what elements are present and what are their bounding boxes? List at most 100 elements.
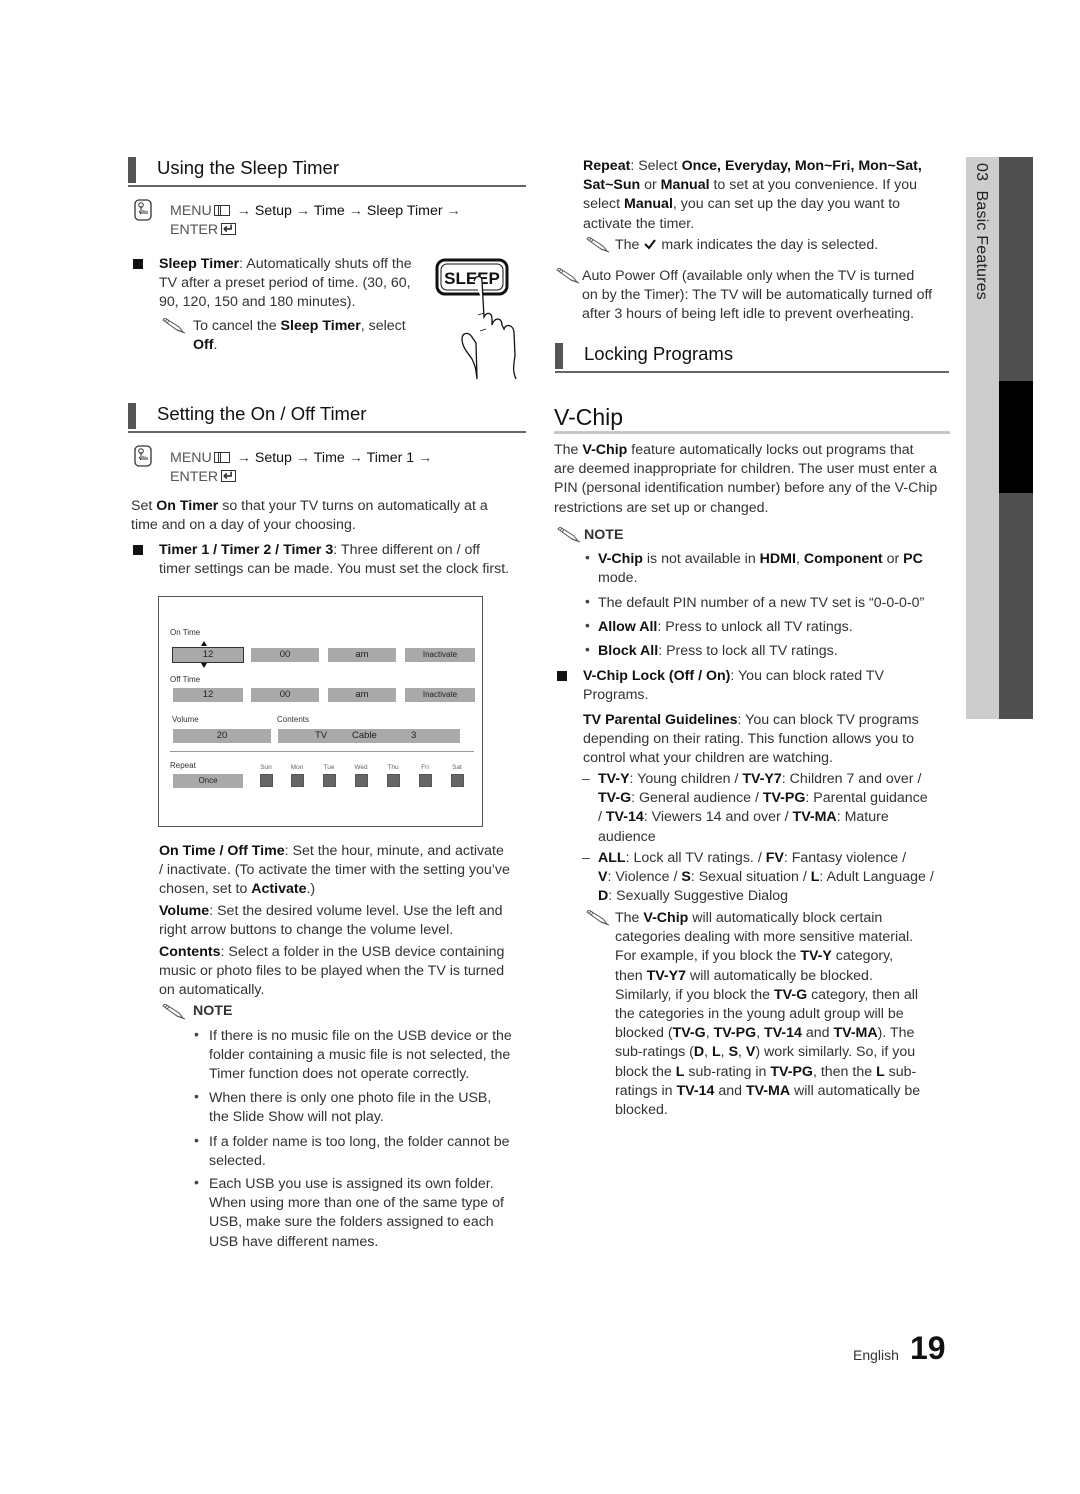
day-checkbox-mon[interactable] <box>291 774 304 787</box>
off-time-activate-field[interactable]: Inactivate <box>405 688 475 702</box>
figure-divider <box>170 751 474 752</box>
sleep-timer-description: Sleep Timer: Automatically shuts off the… <box>159 255 429 313</box>
text: If a folder name is too long, the folder… <box>209 1134 510 1150</box>
on-time-ampm-field[interactable]: am <box>328 648 396 662</box>
subrating-code: ALL <box>598 850 626 866</box>
arrow: → <box>236 450 251 466</box>
menu-step: Time <box>313 203 345 219</box>
text: on automatically. <box>159 982 265 999</box>
term: Timer 1 / Timer 2 / Timer 3 <box>159 542 334 558</box>
term: TV-14 <box>764 1025 802 1042</box>
text: folder containing a music file is not se… <box>209 1047 511 1064</box>
menu-icon <box>213 452 230 463</box>
bullet-dot: • <box>194 1026 199 1042</box>
text: time and on a day of your choosing. <box>131 517 356 534</box>
contents-channel: 3 <box>411 730 417 741</box>
text: Timer function does not operate correctl… <box>209 1066 470 1083</box>
on-time-activate-field[interactable]: Inactivate <box>405 648 475 662</box>
day-checkbox-tue[interactable] <box>323 774 336 787</box>
contents-field[interactable]: TV Cable 3 <box>278 729 460 743</box>
off-time-label: Off Time <box>170 675 201 684</box>
text: : Press to unlock all TV ratings. <box>657 619 853 635</box>
term: Off <box>193 337 214 354</box>
text: 90, 120, 150 and 180 minutes). <box>159 294 356 311</box>
text: or <box>640 177 661 194</box>
term: TV Parental Guidelines <box>583 712 738 728</box>
term: Repeat <box>583 158 631 174</box>
off-time-hour-field[interactable]: 12 <box>173 688 243 702</box>
usb-note-item: Each USB you use is assigned its own fol… <box>209 1175 539 1252</box>
ratings-list: TV-Y: Young children / TV-Y7: Children 7… <box>598 771 928 845</box>
menu-icon <box>213 205 230 216</box>
volume-field[interactable]: 20 <box>173 729 271 743</box>
text: categories dealing with more sensitive m… <box>615 929 914 946</box>
text: The V-Chip will automatically block cert… <box>615 910 883 926</box>
text: : You can block TV programs <box>737 712 919 728</box>
subratings-list: ALL: Lock all TV ratings. / FV: Fantasy … <box>598 850 934 905</box>
day-checkbox-wed[interactable] <box>355 774 368 787</box>
subrating-desc: : Lock all TV ratings. <box>625 850 754 866</box>
text: or <box>882 551 904 567</box>
term: PC <box>903 551 923 567</box>
subrating-desc: : Violence <box>607 869 670 886</box>
timer-1-2-3-description: Timer 1 / Timer 2 / Timer 3: Three diffe… <box>159 541 539 579</box>
repeat-label: Repeat <box>170 761 196 770</box>
text: TV after a preset period of time. (30, 6… <box>159 275 411 292</box>
day-checkbox-fri[interactable] <box>419 774 432 787</box>
text: to set at you convenience. If you <box>709 177 917 194</box>
heading-bar <box>128 403 136 429</box>
note-pencil-icon <box>162 318 186 334</box>
term: On Timer <box>156 498 219 514</box>
enter-label: ENTER <box>170 222 219 238</box>
sleep-timer-note: To cancel the Sleep Timer, select Off. <box>193 317 433 355</box>
note-label: NOTE <box>584 527 624 543</box>
text: blocked. <box>615 1102 668 1119</box>
text: Auto Power Off (available only when the … <box>582 268 915 284</box>
subrating-desc: : Sexually Suggestive Dialog <box>608 888 789 905</box>
bullet-square <box>133 259 143 269</box>
text: : Press to lock all TV ratings. <box>658 643 838 659</box>
text: the Slide Show will not play. <box>209 1109 384 1126</box>
text: USB have different names. <box>209 1233 379 1250</box>
day-label-wed: Wed <box>354 764 368 771</box>
term: L <box>675 1063 685 1080</box>
on-time-minute-field[interactable]: 00 <box>251 648 319 662</box>
down-arrow-icon <box>201 663 207 668</box>
term: On Time / Off Time <box>159 843 285 859</box>
text: , <box>795 551 804 567</box>
term: V-Chip Lock (Off / On) <box>583 668 731 684</box>
text: .) <box>306 881 316 898</box>
term: TV-MA <box>745 1082 791 1099</box>
term: V <box>745 1044 756 1061</box>
rating-code: TV-G <box>598 790 632 807</box>
rating-desc: : General audience <box>631 790 751 807</box>
on-off-time-description: On Time / Off Time: Set the hour, minute… <box>159 842 539 900</box>
up-arrow-icon <box>201 641 207 646</box>
day-checkbox-thu[interactable] <box>387 774 400 787</box>
volume-description: Volume: Set the desired volume level. Us… <box>159 902 539 940</box>
section-heading-locking-programs: Locking Programs <box>555 341 949 373</box>
day-checkbox-sat[interactable] <box>451 774 464 787</box>
on-time-hour-field[interactable]: 12 <box>172 647 244 663</box>
day-label-tue: Tue <box>323 764 335 771</box>
term: TV-G <box>774 986 808 1003</box>
v-chip-intro: The V-Chip feature automatically locks o… <box>554 441 964 518</box>
heading-text: Setting the On / Off Timer <box>157 403 367 424</box>
text: / inactivate. (To activate the timer wit… <box>159 862 510 879</box>
sleep-button-label: SLEEP <box>444 269 500 288</box>
text: feature automatically locks out programs… <box>627 442 914 458</box>
term: TV-14 <box>676 1082 715 1099</box>
term: Contents <box>159 944 221 960</box>
v-chip-note-3: Allow All: Press to unlock all TV rating… <box>598 618 958 637</box>
text: selected. <box>209 1153 266 1170</box>
contents-label: Contents <box>277 715 310 724</box>
day-label-sun: Sun <box>260 764 272 771</box>
repeat-field[interactable]: Once <box>173 774 243 788</box>
section-heading-sleep-timer: Using the Sleep Timer <box>128 155 526 187</box>
menu-step: Timer 1 <box>366 450 415 466</box>
off-time-ampm-field[interactable]: am <box>328 688 396 702</box>
text: activate the timer. <box>583 215 695 232</box>
off-time-minute-field[interactable]: 00 <box>251 688 319 702</box>
day-checkbox-sun[interactable] <box>260 774 273 787</box>
term: Manual <box>624 196 673 213</box>
